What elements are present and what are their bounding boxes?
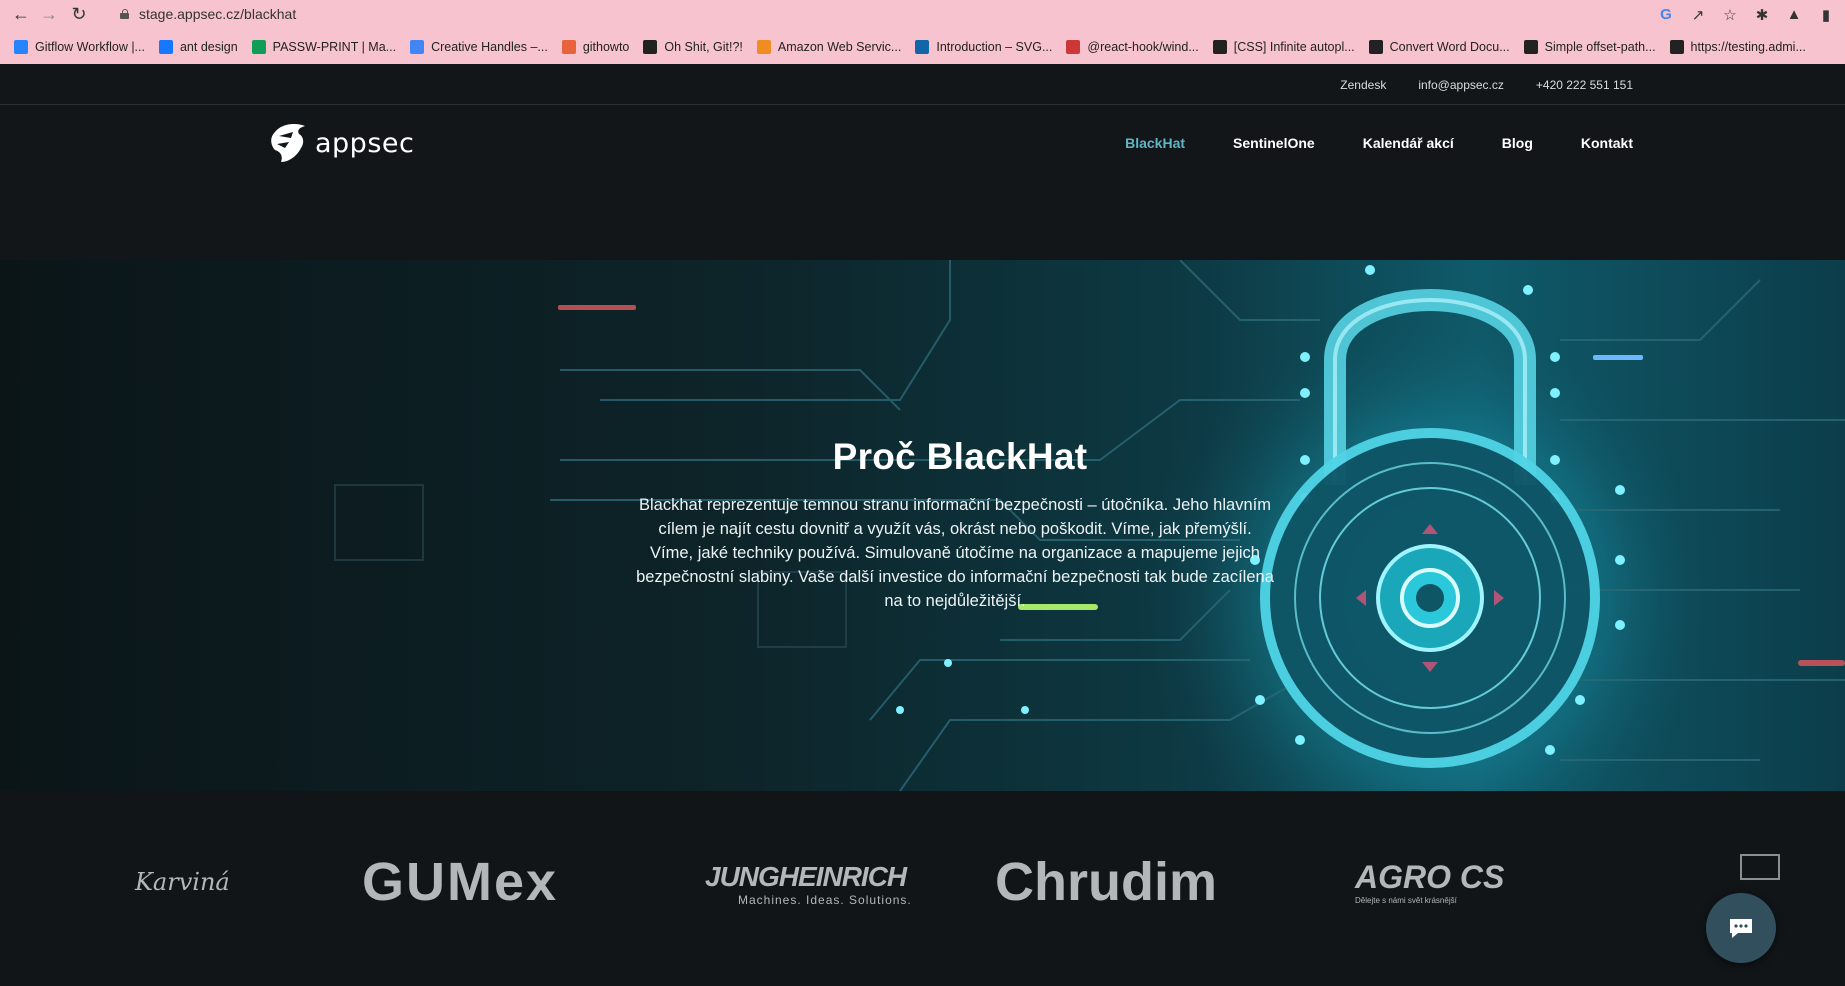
bookmark-item[interactable]: https://testing.admi... bbox=[1669, 39, 1806, 54]
site-header: appsec BlackHat SentinelOne Kalendář akcí B… bbox=[0, 105, 1845, 260]
page: Zendesk info@appsec.cz +420 222 551 151 … bbox=[0, 64, 1845, 986]
calendar-icon bbox=[410, 39, 425, 54]
githowto-icon bbox=[561, 39, 576, 54]
ohshit-icon bbox=[643, 39, 658, 54]
site-logo[interactable]: appsec bbox=[269, 122, 414, 164]
nav-item-2[interactable]: Kalendář akcí bbox=[1363, 135, 1454, 151]
bookmark-item[interactable]: Amazon Web Servic... bbox=[756, 39, 902, 54]
hero-description: Blackhat reprezentuje temnou stranu info… bbox=[636, 496, 1274, 610]
bookmark-item[interactable]: Simple offset-path... bbox=[1523, 39, 1656, 54]
npm-icon bbox=[1066, 39, 1081, 54]
browser-toolbar: ← → ↻ stage.appsec.cz/blackhat G ↗ ☆ ✱ ▲… bbox=[0, 0, 1845, 29]
bookmark-label: PASSW-PRINT | Ma... bbox=[272, 39, 397, 54]
email-link[interactable]: info@appsec.cz bbox=[1418, 78, 1504, 92]
bookmark-label: Oh Shit, Git!?! bbox=[664, 39, 743, 54]
top-contact-bar: Zendesk info@appsec.cz +420 222 551 151 bbox=[0, 64, 1845, 105]
atlassian-icon bbox=[14, 39, 28, 54]
globe-icon bbox=[1669, 39, 1684, 54]
bookmark-item[interactable]: Convert Word Docu... bbox=[1368, 39, 1510, 54]
bookmark-label: ant design bbox=[179, 39, 238, 54]
bookmark-label: Simple offset-path... bbox=[1544, 39, 1656, 54]
globe-icon bbox=[1368, 39, 1383, 54]
profile-icon[interactable]: ▲ bbox=[1785, 6, 1803, 23]
reload-icon[interactable]: ↻ bbox=[66, 2, 92, 28]
bookmark-item[interactable]: PASSW-PRINT | Ma... bbox=[251, 39, 397, 54]
back-arrow-icon[interactable]: ← bbox=[8, 2, 34, 28]
nav-item-3[interactable]: Blog bbox=[1502, 135, 1533, 151]
jungheinrich-logo: JUNGHEINRICH Machines. Ideas. Solutions. bbox=[705, 861, 912, 907]
bookmark-item[interactable]: [CSS] Infinite autopl... bbox=[1212, 39, 1355, 54]
bookmark-item[interactable]: Creative Handles –... bbox=[410, 39, 548, 54]
hero-title: Proč BlackHat bbox=[832, 436, 1088, 477]
bookmark-label: Creative Handles –... bbox=[431, 39, 548, 54]
url-text[interactable]: stage.appsec.cz/blackhat bbox=[139, 6, 296, 22]
bookmark-item[interactable]: @react-hook/wind... bbox=[1066, 39, 1199, 54]
w3-icon bbox=[915, 39, 930, 54]
zendesk-link[interactable]: Zendesk bbox=[1340, 78, 1386, 92]
chat-button[interactable] bbox=[1706, 893, 1776, 963]
jungheinrich-tagline: Machines. Ideas. Solutions. bbox=[738, 893, 912, 907]
lion-logo-icon bbox=[271, 124, 305, 162]
gumex-logo: GUMex bbox=[362, 852, 559, 912]
chrudim-logo: Chrudim bbox=[995, 852, 1217, 912]
bookmark-item[interactable]: Gitflow Workflow |... bbox=[14, 39, 145, 54]
main-nav: BlackHat SentinelOne Kalendář akcí Blog Kont… bbox=[1125, 135, 1633, 151]
logo-text: appsec bbox=[315, 127, 415, 159]
bookmark-label: Introduction – SVG... bbox=[936, 39, 1053, 54]
extensions-icon[interactable]: ✱ bbox=[1753, 6, 1771, 24]
lock-icon[interactable] bbox=[120, 9, 129, 19]
bookmark-label: Amazon Web Servic... bbox=[777, 39, 902, 54]
hero-banner: Proč BlackHat Blackhat reprezentuje temn… bbox=[0, 260, 1845, 791]
nav-item-0[interactable]: BlackHat bbox=[1125, 135, 1185, 151]
agro-cs-tagline: Dělejte s námi svět krásnější bbox=[1355, 896, 1457, 905]
forward-arrow-icon[interactable]: → bbox=[36, 2, 62, 28]
sidebar-icon[interactable]: ▮ bbox=[1817, 6, 1835, 24]
phone-link[interactable]: +420 222 551 151 bbox=[1536, 78, 1633, 92]
bookmark-item[interactable]: Introduction – SVG... bbox=[915, 39, 1053, 54]
bookmark-label: @react-hook/wind... bbox=[1087, 39, 1199, 54]
chat-icon bbox=[1730, 919, 1752, 938]
bookmark-label: githowto bbox=[582, 39, 630, 54]
codepen-icon bbox=[1212, 39, 1227, 54]
bookmark-label: Convert Word Docu... bbox=[1389, 39, 1510, 54]
google-icon[interactable]: G bbox=[1657, 6, 1675, 23]
sheets-icon bbox=[251, 39, 266, 54]
agro-cs-logo: AGRO CS Dělejte s námi svět krásnější bbox=[1355, 859, 1505, 905]
antd-icon bbox=[158, 39, 173, 54]
bookmark-item[interactable]: ant design bbox=[158, 39, 238, 54]
bookmark-item[interactable]: Oh Shit, Git!?! bbox=[643, 39, 743, 54]
bookmarks-bar: Gitflow Workflow |... ant design PASSW-PRI… bbox=[0, 29, 1845, 64]
nav-item-4[interactable]: Kontakt bbox=[1581, 135, 1633, 151]
codepen-icon bbox=[1523, 39, 1538, 54]
bookmark-item[interactable]: githowto bbox=[561, 39, 630, 54]
share-icon[interactable]: ↗ bbox=[1689, 6, 1707, 24]
nav-item-1[interactable]: SentinelOne bbox=[1233, 135, 1315, 151]
partial-logo bbox=[1740, 854, 1780, 880]
bookmark-label: https://testing.admi... bbox=[1690, 39, 1806, 54]
aws-icon bbox=[756, 39, 771, 54]
bookmark-label: Gitflow Workflow |... bbox=[35, 39, 145, 54]
karvina-logo: Karviná bbox=[135, 868, 230, 896]
star-icon[interactable]: ☆ bbox=[1721, 6, 1739, 24]
bookmark-label: [CSS] Infinite autopl... bbox=[1233, 39, 1355, 54]
client-logos: Karviná GUMex JUNGHEINRICH Machines. Ide… bbox=[0, 791, 1845, 986]
address-bar[interactable]: stage.appsec.cz/blackhat bbox=[110, 2, 1730, 26]
